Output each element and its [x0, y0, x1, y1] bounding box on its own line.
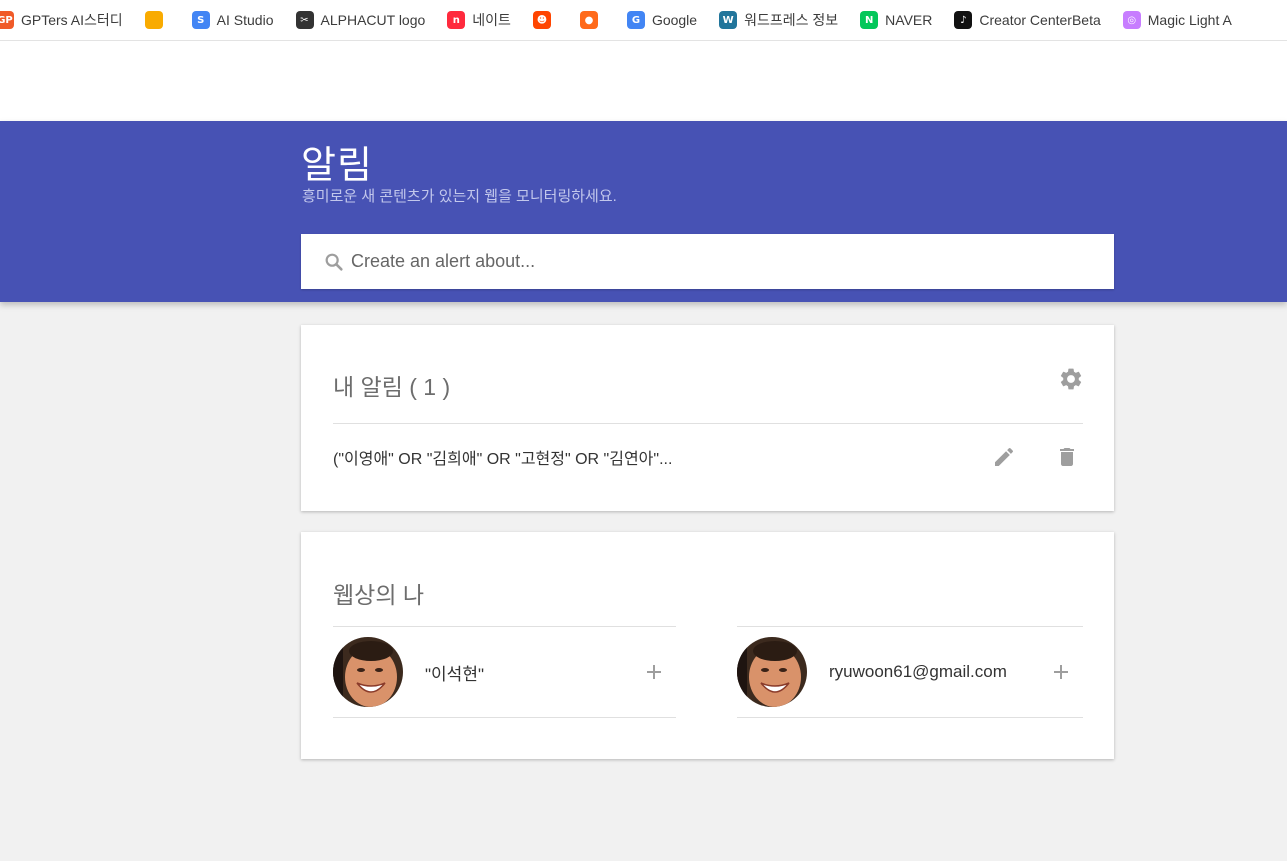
naver-icon: N: [860, 11, 879, 29]
google-icon: G: [626, 11, 645, 29]
me-on-web-title: 웹상의 나: [333, 582, 425, 608]
me-item-label: "이석현": [425, 664, 484, 684]
bookmark-label: Google: [651, 12, 698, 28]
me-item-name[interactable]: "이석현": [333, 626, 676, 718]
bookmark-item[interactable]: N NAVER: [852, 6, 932, 34]
me-item-label: ryuwoon61@gmail.com: [829, 662, 1007, 681]
gear-icon[interactable]: [1058, 366, 1084, 392]
bookmark-label: 워드프레스 정보: [744, 12, 839, 28]
edit-icon[interactable]: [992, 445, 1016, 469]
bookmark-item[interactable]: ♪ Creator CenterBeta: [946, 6, 1101, 34]
bookmark-item[interactable]: ◎ Magic Light A: [1115, 6, 1232, 34]
alerts-header: 알림 흥미로운 새 콘텐츠가 있는지 웹을 모니터링하세요.: [0, 121, 1287, 302]
my-alerts-card: 내 알림 ( 1 ) ("이영애" OR "김희애" OR "고현정" OR "…: [301, 325, 1114, 511]
bookmark-label: Magic Light A: [1147, 12, 1232, 28]
bookmark-item[interactable]: n 네이트: [439, 6, 511, 34]
me-on-web-card: 웹상의 나 "이석현" ryuwoon61@gmail.com: [301, 532, 1114, 759]
top-white-area: [0, 41, 1287, 121]
bookmark-label: Creator CenterBeta: [979, 12, 1101, 28]
bookmark-label: AI Studio: [216, 12, 274, 28]
bookmark-orange-icon: ●: [579, 11, 598, 29]
bookmark-item[interactable]: ☻: [525, 6, 558, 34]
bookmark-item[interactable]: G Google: [619, 6, 697, 34]
bookmark-item[interactable]: GP GPTers AI스터디: [0, 6, 123, 34]
trash-icon[interactable]: [1055, 445, 1079, 469]
avatar: [333, 637, 403, 707]
plus-icon[interactable]: [642, 660, 666, 684]
nate-icon: n: [447, 11, 466, 29]
search-input[interactable]: [351, 241, 1091, 282]
magic-light-icon: ◎: [1122, 11, 1141, 29]
bookmark-item[interactable]: W 워드프레스 정보: [711, 6, 838, 34]
alert-query[interactable]: ("이영애" OR "김희애" OR "고현정" OR "김연아"...: [333, 445, 992, 469]
page-subtitle: 흥미로운 새 콘텐츠가 있는지 웹을 모니터링하세요.: [302, 188, 617, 205]
bookmark-item[interactable]: ✂ ALPHACUT logo: [288, 6, 426, 34]
bookmark-item[interactable]: [137, 6, 170, 34]
reddit-icon: ☻: [532, 11, 551, 29]
bookmark-item[interactable]: S AI Studio: [184, 6, 274, 34]
bookmark-label: 네이트: [472, 12, 511, 28]
plus-icon[interactable]: [1049, 660, 1073, 684]
page-title: 알림: [301, 145, 373, 187]
bookmark-label: GPTers AI스터디: [21, 12, 123, 28]
ai-studio-icon: S: [191, 11, 210, 29]
tiktok-icon: ♪: [954, 11, 973, 29]
alert-row[interactable]: ("이영애" OR "김희애" OR "고현정" OR "김연아"...: [333, 424, 1083, 490]
bookmark-label: NAVER: [885, 12, 933, 28]
gpters-icon: GP: [0, 11, 14, 29]
search-icon: [325, 253, 343, 271]
bookmarks-bar: GP GPTers AI스터디 S AI Studio ✂ ALPHACUT logo n네…: [0, 0, 1287, 41]
me-item-email[interactable]: ryuwoon61@gmail.com: [737, 626, 1083, 718]
bookmark-label: ALPHACUT logo: [320, 12, 426, 28]
my-alerts-title: 내 알림 ( 1 ): [333, 374, 451, 400]
avatar: [737, 637, 807, 707]
alphacut-icon: ✂: [295, 11, 314, 29]
bookmark-item[interactable]: ●: [572, 6, 605, 34]
search-box[interactable]: [301, 234, 1114, 289]
wordpress-icon: W: [719, 11, 738, 29]
analytics-icon: [144, 11, 163, 29]
